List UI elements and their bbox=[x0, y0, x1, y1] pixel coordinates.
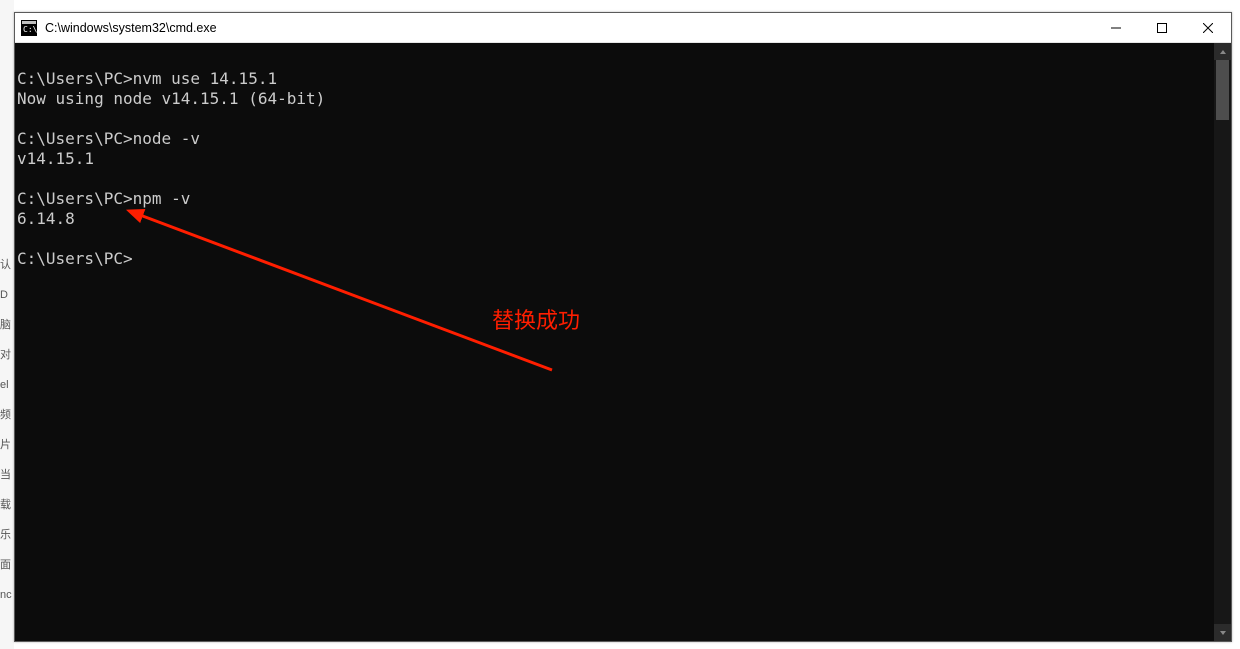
terminal-output-line: v14.15.1 bbox=[17, 149, 1212, 169]
background-fragment: el bbox=[0, 370, 14, 400]
terminal-command-line: C:\Users\PC>nvm use 14.15.1 bbox=[17, 69, 1212, 89]
terminal-output-line: 6.14.8 bbox=[17, 209, 1212, 229]
background-fragment: 当 bbox=[0, 460, 14, 490]
background-fragment: 载 bbox=[0, 490, 14, 520]
terminal-blank-line bbox=[17, 169, 1212, 189]
background-fragment: 片 bbox=[0, 430, 14, 460]
minimize-button[interactable] bbox=[1093, 13, 1139, 43]
terminal-output-line: Now using node v14.15.1 (64-bit) bbox=[17, 89, 1212, 109]
terminal-command-line: C:\Users\PC> bbox=[17, 249, 1212, 269]
terminal-output[interactable]: C:\Users\PC>nvm use 14.15.1Now using nod… bbox=[15, 43, 1214, 641]
terminal-command-line: C:\Users\PC>node -v bbox=[17, 129, 1212, 149]
background-fragment: nc bbox=[0, 580, 14, 610]
vertical-scrollbar[interactable] bbox=[1214, 43, 1231, 641]
background-fragment: 面 bbox=[0, 550, 14, 580]
terminal-blank-line bbox=[17, 49, 1212, 69]
background-sidebar-strip: 认D脑对el频片当载乐面nc bbox=[0, 0, 14, 649]
scroll-up-button[interactable] bbox=[1214, 43, 1231, 60]
background-fragment: 乐 bbox=[0, 520, 14, 550]
background-fragment: 脑 bbox=[0, 310, 14, 340]
title-bar[interactable]: C:\ C:\windows\system32\cmd.exe bbox=[15, 13, 1231, 43]
terminal-blank-line bbox=[17, 109, 1212, 129]
background-fragment: 频 bbox=[0, 400, 14, 430]
scrollbar-thumb[interactable] bbox=[1216, 60, 1229, 120]
cmd-window: C:\ C:\windows\system32\cmd.exe C:\Users… bbox=[14, 12, 1232, 642]
terminal-blank-line bbox=[17, 229, 1212, 249]
close-button[interactable] bbox=[1185, 13, 1231, 43]
background-fragment: D bbox=[0, 280, 14, 310]
window-title: C:\windows\system32\cmd.exe bbox=[43, 21, 1093, 35]
maximize-button[interactable] bbox=[1139, 13, 1185, 43]
scrollbar-track[interactable] bbox=[1214, 60, 1231, 624]
svg-text:C:\: C:\ bbox=[23, 25, 37, 34]
background-fragment: 对 bbox=[0, 340, 14, 370]
scroll-down-button[interactable] bbox=[1214, 624, 1231, 641]
terminal-command-line: C:\Users\PC>npm -v bbox=[17, 189, 1212, 209]
cmd-icon: C:\ bbox=[21, 20, 37, 36]
background-fragment: 认 bbox=[0, 250, 14, 280]
